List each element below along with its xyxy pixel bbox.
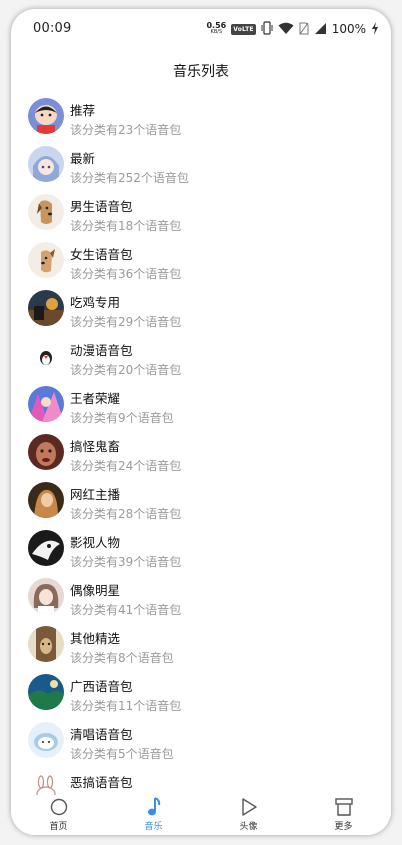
vibrate-icon (261, 20, 273, 39)
item-subtitle: 该分类有39个语音包 (70, 555, 182, 569)
music-note-icon (144, 797, 164, 817)
item-title: 影视人物 (70, 535, 121, 550)
cloud-character-avatar-icon (28, 722, 64, 758)
funny-face-avatar-icon (28, 434, 64, 470)
film-character-avatar-icon (28, 530, 64, 566)
nav-label: 更多 (334, 822, 353, 832)
item-subtitle: 该分类有18个语音包 (70, 219, 182, 233)
nav-item-avatar[interactable]: 头像 (201, 795, 296, 835)
item-subtitle: 该分类有5个语音包 (70, 747, 174, 761)
list-item[interactable]: 清唱语音包 该分类有5个语音包 (11, 719, 391, 767)
list-item[interactable]: 动漫语音包 该分类有20个语音包 (11, 335, 391, 383)
item-title: 吃鸡专用 (70, 295, 121, 310)
network-speed-value: 0.56 (206, 21, 227, 30)
dog-avatar-icon (28, 242, 64, 278)
item-title: 其他精选 (70, 631, 121, 646)
game-scene-avatar-icon (28, 290, 64, 326)
home-circle-icon (49, 797, 69, 817)
status-icons: 0.56 KB/S VoLTE 100% (206, 19, 379, 39)
list-item[interactable]: 吃鸡专用 该分类有29个语音包 (11, 287, 391, 335)
volte-badge: VoLTE (231, 23, 256, 35)
item-title: 网红主播 (70, 487, 121, 502)
list-item[interactable]: 最新 该分类有252个语音包 (11, 143, 391, 191)
cartoon-boy-avatar-icon (28, 98, 64, 134)
nav-label: 头像 (239, 822, 258, 832)
list-item[interactable]: 影视人物 该分类有39个语音包 (11, 527, 391, 575)
page-title: 音乐列表 (173, 64, 229, 80)
item-subtitle: 该分类有8个语音包 (70, 651, 174, 665)
status-bar: 00:09 0.56 KB/S VoLTE 100% (11, 9, 391, 51)
item-subtitle: 该分类有24个语音包 (70, 459, 182, 473)
item-title: 搞怪鬼畜 (70, 439, 121, 454)
item-subtitle: 该分类有41个语音包 (70, 603, 182, 617)
list-item[interactable]: 网红主播 该分类有28个语音包 (11, 479, 391, 527)
item-title: 最新 (70, 151, 96, 166)
list-item[interactable]: 推荐 该分类有23个语音包 (11, 95, 391, 143)
screen-background: 00:09 0.56 KB/S VoLTE 100% 音乐列表 推荐 该分类有2… (0, 0, 402, 845)
item-title: 清唱语音包 (70, 727, 133, 742)
list-item[interactable]: 恶搞语音包 (11, 767, 391, 795)
phone-screen: 00:09 0.56 KB/S VoLTE 100% 音乐列表 推荐 该分类有2… (11, 9, 391, 835)
idol-avatar-icon (28, 578, 64, 614)
nav-label: 首页 (49, 822, 68, 832)
item-subtitle: 该分类有11个语音包 (70, 699, 182, 713)
bottom-nav: 首页 音乐 头像 更多 (11, 795, 391, 835)
list-item[interactable]: 女生语音包 该分类有36个语音包 (11, 239, 391, 287)
status-time: 00:09 (33, 21, 72, 36)
cat-avatar-icon (28, 626, 64, 662)
network-speed: 0.56 KB/S (206, 22, 226, 36)
item-title: 偶像明星 (70, 583, 121, 598)
item-title: 男生语音包 (70, 199, 133, 214)
item-subtitle: 该分类有9个语音包 (70, 411, 174, 425)
item-subtitle: 该分类有29个语音包 (70, 315, 182, 329)
item-title: 王者荣耀 (70, 391, 121, 406)
more-box-icon (334, 797, 354, 817)
nav-item-more[interactable]: 更多 (296, 795, 391, 835)
nav-item-music[interactable]: 音乐 (106, 795, 201, 835)
charging-icon (371, 20, 379, 39)
sim-card-icon (299, 20, 309, 39)
item-title: 推荐 (70, 103, 96, 118)
list-item[interactable]: 偶像明星 该分类有41个语音包 (11, 575, 391, 623)
play-triangle-icon (239, 797, 259, 817)
dog-avatar-icon (28, 194, 64, 230)
item-subtitle: 该分类有36个语音包 (70, 267, 182, 281)
item-title: 动漫语音包 (70, 343, 133, 358)
item-title: 广西语音包 (70, 679, 133, 694)
game-hero-avatar-icon (28, 386, 64, 422)
wifi-icon (278, 20, 294, 39)
list-item[interactable]: 广西语音包 该分类有11个语音包 (11, 671, 391, 719)
penguin-avatar-icon (28, 338, 64, 374)
item-subtitle: 该分类有23个语音包 (70, 123, 182, 137)
item-subtitle: 该分类有20个语音包 (70, 363, 182, 377)
streamer-avatar-icon (28, 482, 64, 518)
battery-level: 100% (331, 22, 366, 36)
item-subtitle: 该分类有252个语音包 (70, 171, 189, 185)
list-item[interactable]: 其他精选 该分类有8个语音包 (11, 623, 391, 671)
list-item[interactable]: 搞怪鬼畜 该分类有24个语音包 (11, 431, 391, 479)
item-title: 女生语音包 (70, 247, 133, 262)
cell-signal-icon (314, 20, 327, 39)
list-item[interactable]: 王者荣耀 该分类有9个语音包 (11, 383, 391, 431)
landscape-avatar-icon (28, 674, 64, 710)
network-speed-unit: KB/S (210, 29, 223, 35)
item-subtitle: 该分类有28个语音包 (70, 507, 182, 521)
voice-pack-category-list[interactable]: 推荐 该分类有23个语音包 最新 该分类有252个语音包 男生语音包 该分类有1… (11, 95, 391, 795)
nav-label: 音乐 (144, 822, 163, 832)
anime-girl-avatar-icon (28, 146, 64, 182)
item-title: 恶搞语音包 (70, 775, 133, 790)
nav-item-home[interactable]: 首页 (11, 795, 106, 835)
list-item[interactable]: 男生语音包 该分类有18个语音包 (11, 191, 391, 239)
bunny-avatar-icon (28, 770, 64, 795)
